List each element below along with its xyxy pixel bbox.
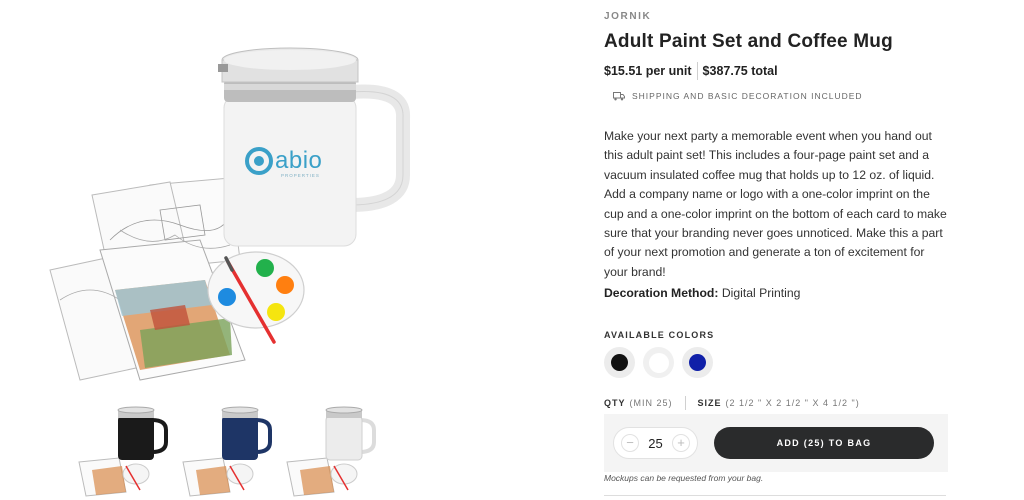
product-description: Make your next party a memorable event w… — [604, 129, 947, 279]
navy-mug-thumbnail-image — [182, 406, 272, 497]
swatch-dot-black — [611, 354, 628, 371]
qty-size-row: QTY (MIN 25) SIZE (2 1/2 " X 2 1/2 " X 4… — [604, 396, 860, 410]
color-swatch-white[interactable] — [643, 347, 674, 378]
bottom-divider — [604, 495, 946, 496]
add-to-bag-button[interactable]: ADD (25) TO BAG — [714, 427, 934, 459]
size-value: (2 1/2 " X 2 1/2 " X 4 1/2 ") — [725, 398, 860, 408]
mug-logo-subtext: PROPERTIES — [281, 173, 320, 178]
product-illustration — [49, 47, 410, 381]
qty-min: (MIN 25) — [629, 398, 673, 408]
thumbnail-black[interactable] — [74, 402, 172, 498]
total-price: $387.75 total — [702, 64, 778, 78]
qty-label: QTY — [604, 398, 626, 408]
main-product-image[interactable]: abio PROPERTIES — [0, 0, 480, 395]
size-label: SIZE — [697, 398, 722, 408]
swatch-dot-navy — [689, 354, 706, 371]
decoration-value: Digital Printing — [721, 286, 801, 300]
qty-increment-button[interactable]: + — [672, 434, 690, 452]
black-mug-thumbnail-image — [78, 406, 168, 497]
mug-logo-text: abio — [275, 147, 323, 174]
decoration-label: Decoration Method: — [604, 286, 719, 300]
price-row: $15.51 per unit $387.75 total — [604, 62, 778, 80]
thumbnail-strip — [74, 402, 380, 498]
decoration-method: Decoration Method: Digital Printing — [604, 286, 800, 300]
color-swatches — [604, 347, 713, 378]
unit-price: $15.51 per unit — [604, 64, 692, 78]
available-colors-label: AVAILABLE COLORS — [604, 330, 715, 340]
quantity-stepper: − 25 + — [613, 427, 698, 459]
add-to-bag-panel: − 25 + ADD (25) TO BAG — [604, 414, 948, 472]
price-divider — [696, 62, 698, 80]
thumbnail-navy[interactable] — [178, 402, 276, 498]
brand-name[interactable]: JORNIK — [604, 11, 651, 22]
shipping-note: SHIPPING AND BASIC DECORATION INCLUDED — [613, 91, 863, 101]
color-swatch-black[interactable] — [604, 347, 635, 378]
qty-value[interactable]: 25 — [648, 436, 662, 451]
thumbnail-white[interactable] — [282, 402, 380, 498]
qty-decrement-button[interactable]: − — [621, 434, 639, 452]
swatch-dot-white — [648, 352, 669, 373]
shipping-text: SHIPPING AND BASIC DECORATION INCLUDED — [632, 91, 863, 101]
truck-icon — [613, 91, 625, 100]
color-swatch-navy[interactable] — [682, 347, 713, 378]
product-title: Adult Paint Set and Coffee Mug — [604, 31, 893, 52]
mockups-note: Mockups can be requested from your bag. — [604, 473, 764, 483]
qty-size-divider — [684, 396, 686, 410]
white-mug-thumbnail-image — [286, 406, 376, 497]
